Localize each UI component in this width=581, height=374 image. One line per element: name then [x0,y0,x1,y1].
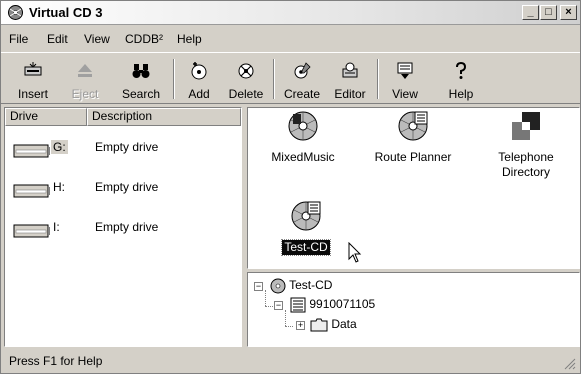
cd-drive-icon [13,224,50,238]
cd-item-label: MixedMusic [271,150,335,164]
cd-item-telephone-directory[interactable]: Telephone Directory [486,110,566,180]
tree-connector [265,290,266,306]
toolbar-separator [173,59,175,99]
create-icon [294,62,311,79]
help-icon [456,61,467,79]
editor-icon [342,62,358,78]
cd-drive-icon [13,184,50,198]
cd-data-icon [398,111,428,141]
column-header-description[interactable]: Description [87,108,241,126]
cd-item-route-planner[interactable]: Route Planner [368,110,458,165]
tree-node-label: Data [331,317,357,331]
drive-letter: I: [53,220,60,234]
insert-label: Insert [17,87,48,101]
volume-icon [290,297,306,313]
resize-grip-icon[interactable] [564,358,576,370]
menu-bar: File Edit View CDDB² Help [1,28,580,50]
view-icon [397,62,413,79]
help-button[interactable]: Help [441,55,481,103]
toolbar: Insert Eject Search Add Delete Create Ed… [1,52,580,104]
eject-button[interactable]: Eject [65,55,105,103]
window-title: Virtual CD 3 [29,5,103,20]
eject-icon [78,64,92,77]
mouse-cursor-icon [348,242,362,263]
app-window: Virtual CD 3 _ □ × File Edit View CDDB² … [0,0,581,374]
title-bar[interactable]: Virtual CD 3 _ □ × [1,1,580,25]
create-label: Create [283,87,321,101]
tree-node-test-cd[interactable]: Test-CD [270,277,332,295]
cd-item-label: Route Planner [374,150,452,164]
add-button[interactable]: Add [179,55,219,103]
menu-cddb[interactable]: CDDB² [125,32,163,46]
search-label: Search [121,87,161,101]
tree-expand-toggle[interactable]: + [296,321,305,330]
tree-connector [265,306,273,307]
drive-row-g[interactable]: G: Empty drive [5,136,241,164]
view-label: View [392,87,418,101]
editor-button[interactable]: Editor [329,55,371,103]
cd-item-mixedmusic[interactable]: MixedMusic [268,110,338,165]
help-label: Help [448,87,474,101]
drive-row-i[interactable]: I: Empty drive [5,216,241,244]
editor-label: Editor [334,87,366,101]
cd-drive-icon [13,144,50,158]
cd-tree[interactable]: − Test-CD − 9910071105 + Data [247,272,580,347]
menu-edit[interactable]: Edit [47,32,68,46]
tree-node-label: Test-CD [289,278,333,292]
cd-item-label: Test-CD [281,239,331,256]
drive-row-h[interactable]: H: Empty drive [5,176,241,204]
insert-button[interactable]: Insert [13,55,53,103]
create-button[interactable]: Create [279,55,325,103]
cd-item-label: Telephone Directory [498,150,554,179]
add-label: Add [188,87,210,101]
status-bar: Press F1 for Help [1,350,580,373]
delete-button[interactable]: Delete [223,55,269,103]
directory-icon [512,112,540,140]
drive-description: Empty drive [95,180,159,194]
tree-connector [285,326,293,327]
close-button[interactable]: × [560,5,577,20]
menu-file[interactable]: File [9,32,28,46]
cd-icon [270,278,286,294]
status-text: Press F1 for Help [9,354,103,368]
toolbar-separator [273,59,275,99]
cd-list[interactable]: MixedMusic Route Planner Telephone Direc… [247,107,580,269]
drive-letter: G: [51,140,68,154]
drive-list[interactable]: Drive Description G: Empty drive H: Empt… [4,107,242,347]
cd-music-icon [288,111,318,141]
drive-description: Empty drive [95,140,159,154]
drive-description: Empty drive [95,220,159,234]
minimize-button[interactable]: _ [522,5,539,20]
folder-icon [310,318,328,332]
drive-letter: H: [53,180,65,194]
column-header-drive[interactable]: Drive [5,108,87,126]
tree-collapse-toggle[interactable]: − [274,301,283,310]
menu-help[interactable]: Help [177,32,202,46]
insert-icon [24,62,42,76]
cd-item-test-cd[interactable]: Test-CD [276,200,336,256]
tree-collapse-toggle[interactable]: − [254,282,263,291]
menu-view[interactable]: View [84,32,110,46]
search-button[interactable]: Search [117,55,165,103]
tree-node-label: 9910071105 [309,297,376,311]
delete-label: Delete [228,87,264,101]
maximize-button[interactable]: □ [540,5,557,20]
view-button[interactable]: View [385,55,425,103]
tree-node-volume[interactable]: 9910071105 [290,296,375,314]
virtual-cd-app-icon [8,5,23,20]
toolbar-separator [377,59,379,99]
cd-data-icon [291,201,321,231]
delete-cd-icon [238,63,254,79]
tree-node-data[interactable]: Data [310,316,357,334]
tree-connector [285,310,286,326]
eject-label: Eject [71,87,99,101]
add-cd-icon [191,62,207,80]
binoculars-icon [132,64,150,78]
